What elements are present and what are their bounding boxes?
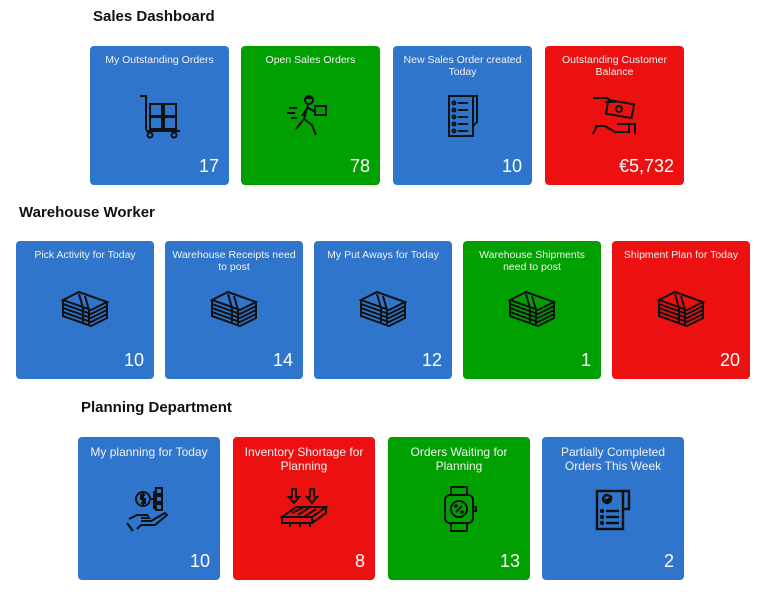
tile-title: Warehouse Receipts need to post xyxy=(172,249,296,273)
tile-title: Partially Completed Orders This Week xyxy=(560,445,666,473)
money-stack-icon xyxy=(59,284,111,336)
receipt-check-icon xyxy=(587,483,639,535)
tile-new-sales-order-today[interactable]: New Sales Order created Today 10 xyxy=(393,46,532,185)
tile-value: 17 xyxy=(198,156,219,176)
tile-title: Pick Activity for Today xyxy=(34,249,136,261)
tile-warehouse-receipts[interactable]: Warehouse Receipts need to post 14 xyxy=(165,241,303,379)
delivery-man-icon xyxy=(285,90,337,142)
section-title-sales-dashboard: Sales Dashboard xyxy=(93,8,215,25)
tile-value: 2 xyxy=(663,551,674,571)
tile-partially-completed-orders[interactable]: Partially Completed Orders This Week 2 xyxy=(542,437,684,580)
tile-title: New Sales Order created Today xyxy=(403,54,522,78)
money-stack-icon xyxy=(357,284,409,336)
money-stack-icon xyxy=(655,284,707,336)
dollar-plan-hand-icon xyxy=(123,483,175,535)
tile-value: 10 xyxy=(501,156,522,176)
tile-orders-waiting-planning[interactable]: Orders Waiting for Planning 13 xyxy=(388,437,530,580)
tile-put-aways-today[interactable]: My Put Aways for Today 12 xyxy=(314,241,452,379)
smartwatch-discount-icon xyxy=(433,483,485,535)
tile-open-sales-orders[interactable]: Open Sales Orders 78 xyxy=(241,46,380,185)
tile-value: 20 xyxy=(719,350,740,370)
tile-title: Orders Waiting for Planning xyxy=(410,445,508,473)
tile-value: 1 xyxy=(580,350,591,370)
money-stack-icon xyxy=(506,284,558,336)
tile-title: My planning for Today xyxy=(90,445,208,459)
section-title-warehouse-worker: Warehouse Worker xyxy=(19,204,155,221)
tile-outstanding-customer-balance[interactable]: Outstanding Customer Balance €5,732 xyxy=(545,46,684,185)
tile-title: My Put Aways for Today xyxy=(327,249,439,261)
tile-title: Warehouse Shipments need to post xyxy=(479,249,585,273)
tile-value: 14 xyxy=(272,350,293,370)
tile-pick-activity-today[interactable]: Pick Activity for Today 10 xyxy=(16,241,154,379)
tile-value: 8 xyxy=(354,551,365,571)
money-stack-icon xyxy=(208,284,260,336)
tile-value: €5,732 xyxy=(618,156,674,176)
tile-value: 78 xyxy=(349,156,370,176)
tile-warehouse-shipments[interactable]: Warehouse Shipments need to post 1 xyxy=(463,241,601,379)
tile-title: My Outstanding Orders xyxy=(105,54,214,66)
tile-value: 13 xyxy=(499,551,520,571)
tile-my-planning-today[interactable]: My planning for Today 10 xyxy=(78,437,220,580)
tile-title: Outstanding Customer Balance xyxy=(561,54,668,78)
payment-hand-icon xyxy=(589,90,641,142)
tile-my-outstanding-orders[interactable]: My Outstanding Orders 17 xyxy=(90,46,229,185)
tile-value: 10 xyxy=(123,350,144,370)
order-list-icon xyxy=(437,90,489,142)
tile-title: Inventory Shortage for Planning xyxy=(244,445,364,473)
tile-inventory-shortage[interactable]: Inventory Shortage for Planning 8 xyxy=(233,437,375,580)
tile-value: 12 xyxy=(421,350,442,370)
tile-title: Shipment Plan for Today xyxy=(623,249,739,261)
section-title-planning-department: Planning Department xyxy=(81,399,232,416)
tile-shipment-plan-today[interactable]: Shipment Plan for Today 20 xyxy=(612,241,750,379)
tile-title: Open Sales Orders xyxy=(265,54,356,66)
hand-truck-icon xyxy=(134,90,186,142)
tile-value: 10 xyxy=(189,551,210,571)
pallet-icon xyxy=(278,483,330,535)
